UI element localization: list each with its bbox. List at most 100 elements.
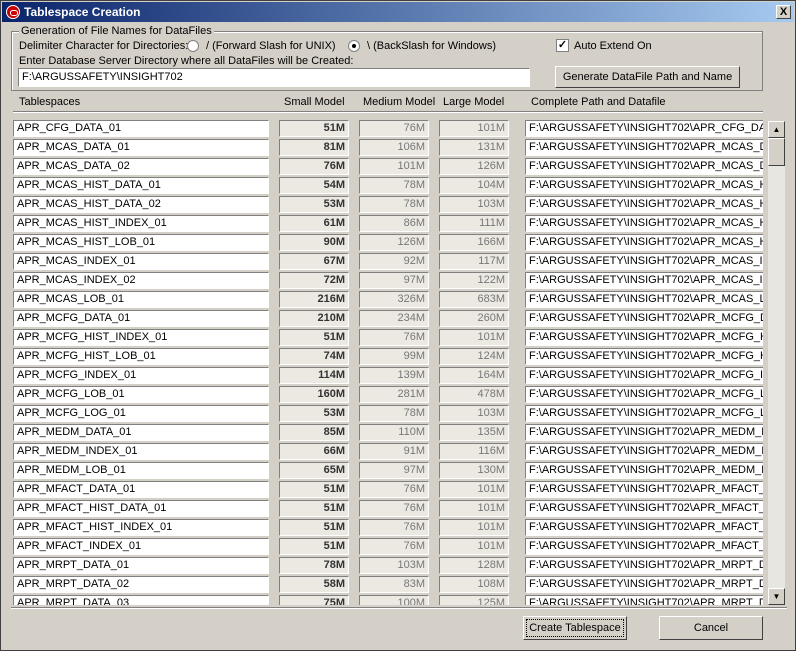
header-divider (13, 111, 763, 113)
datafile-path-cell[interactable]: F:\ARGUSSAFETY\INSIGHT702\APR_MRPT_D (525, 557, 763, 574)
datafile-path-cell[interactable]: F:\ARGUSSAFETY\INSIGHT702\APR_CFG_DA (525, 120, 763, 137)
small-model-cell: 58M (279, 576, 349, 593)
medium-model-cell: 76M (359, 519, 429, 536)
small-model-cell: 51M (279, 500, 349, 517)
medium-model-cell: 101M (359, 158, 429, 175)
tablespace-name-cell[interactable]: APR_MFACT_HIST_DATA_01 (13, 500, 269, 517)
close-icon: X (779, 6, 788, 18)
tablespace-name-cell[interactable]: APR_MCFG_LOB_01 (13, 386, 269, 403)
table-row: APR_MFACT_INDEX_01 51M 76M 101M F:\ARGUSSAFE… (11, 537, 763, 556)
tablespace-name-cell[interactable]: APR_MCAS_HIST_INDEX_01 (13, 215, 269, 232)
tablespace-name-cell[interactable]: APR_MCFG_INDEX_01 (13, 367, 269, 384)
datafile-path-cell[interactable]: F:\ARGUSSAFETY\INSIGHT702\APR_MEDM_L (525, 462, 763, 479)
datafile-path-cell[interactable]: F:\ARGUSSAFETY\INSIGHT702\APR_MCAS_IN (525, 253, 763, 270)
tablespace-name-cell[interactable]: APR_MEDM_DATA_01 (13, 424, 269, 441)
tablespace-name-cell[interactable]: APR_MFACT_DATA_01 (13, 481, 269, 498)
table-row: APR_MEDM_LOB_01 65M 97M 130M F:\ARGUSSAFETY\… (11, 461, 763, 480)
datafile-path-cell[interactable]: F:\ARGUSSAFETY\INSIGHT702\APR_MFACT_ (525, 500, 763, 517)
large-model-cell: 128M (439, 557, 509, 574)
medium-model-cell: 78M (359, 405, 429, 422)
auto-extend-checkbox[interactable]: ✓ (556, 39, 569, 52)
datafile-path-cell[interactable]: F:\ARGUSSAFETY\INSIGHT702\APR_MCAS_H (525, 234, 763, 251)
datafile-path-cell[interactable]: F:\ARGUSSAFETY\INSIGHT702\APR_MFACT_ (525, 481, 763, 498)
datafile-path-cell[interactable]: F:\ARGUSSAFETY\INSIGHT702\APR_MCFG_D (525, 310, 763, 327)
datafile-path-cell[interactable]: F:\ARGUSSAFETY\INSIGHT702\APR_MCFG_IN (525, 367, 763, 384)
medium-model-cell: 78M (359, 196, 429, 213)
tablespace-name-cell[interactable]: APR_MEDM_INDEX_01 (13, 443, 269, 460)
tablespace-name-cell[interactable]: APR_MEDM_LOB_01 (13, 462, 269, 479)
datafile-path-cell[interactable]: F:\ARGUSSAFETY\INSIGHT702\APR_MFACT_ (525, 538, 763, 555)
datafile-path-cell[interactable]: F:\ARGUSSAFETY\INSIGHT702\APR_MCAS_H (525, 196, 763, 213)
tablespace-name-cell[interactable]: APR_MFACT_INDEX_01 (13, 538, 269, 555)
column-header-small: Small Model (284, 96, 345, 108)
datafile-path-cell[interactable]: F:\ARGUSSAFETY\INSIGHT702\APR_MCFG_H (525, 329, 763, 346)
table-row: APR_MFACT_DATA_01 51M 76M 101M F:\ARGUSSAFET… (11, 480, 763, 499)
scroll-up-button[interactable]: ▲ (768, 121, 785, 138)
small-model-cell: 53M (279, 196, 349, 213)
group-legend: Generation of File Names for DataFiles (19, 25, 214, 37)
small-model-cell: 67M (279, 253, 349, 270)
large-model-cell: 478M (439, 386, 509, 403)
tablespace-name-cell[interactable]: APR_MCAS_INDEX_01 (13, 253, 269, 270)
tablespace-name-cell[interactable]: APR_MCFG_HIST_LOB_01 (13, 348, 269, 365)
tablespace-name-cell[interactable]: APR_MRPT_DATA_01 (13, 557, 269, 574)
tablespace-name-cell[interactable]: APR_MCFG_DATA_01 (13, 310, 269, 327)
datafile-path-cell[interactable]: F:\ARGUSSAFETY\INSIGHT702\APR_MCFG_L (525, 405, 763, 422)
radio-unix-label[interactable]: / (Forward Slash for UNIX) (206, 40, 336, 52)
tablespace-grid: APR_CFG_DATA_01 51M 76M 101M F:\ARGUSSAFETY\… (11, 119, 763, 605)
tablespace-name-cell[interactable]: APR_MCAS_DATA_02 (13, 158, 269, 175)
cancel-button[interactable]: Cancel (659, 616, 763, 640)
vertical-scrollbar[interactable]: ▲ ▼ (768, 121, 785, 605)
scroll-thumb[interactable] (768, 138, 785, 166)
datafile-path-cell[interactable]: F:\ARGUSSAFETY\INSIGHT702\APR_MRPT_D (525, 576, 763, 593)
datafile-path-cell[interactable]: F:\ARGUSSAFETY\INSIGHT702\APR_MCAS_D (525, 158, 763, 175)
small-model-cell: 216M (279, 291, 349, 308)
tablespace-name-cell[interactable]: APR_MRPT_DATA_03 (13, 595, 269, 605)
medium-model-cell: 76M (359, 538, 429, 555)
datafile-path-cell[interactable]: F:\ARGUSSAFETY\INSIGHT702\APR_MCAS_H (525, 177, 763, 194)
medium-model-cell: 99M (359, 348, 429, 365)
radio-windows[interactable] (348, 40, 360, 52)
scroll-down-button[interactable]: ▼ (768, 588, 785, 605)
datafile-path-cell[interactable]: F:\ARGUSSAFETY\INSIGHT702\APR_MEDM_D (525, 424, 763, 441)
directory-input[interactable]: F:\ARGUSSAFETY\INSIGHT702 (18, 68, 530, 87)
small-model-cell: 114M (279, 367, 349, 384)
small-model-cell: 66M (279, 443, 349, 460)
medium-model-cell: 76M (359, 120, 429, 137)
medium-model-cell: 76M (359, 500, 429, 517)
small-model-cell: 61M (279, 215, 349, 232)
tablespace-name-cell[interactable]: APR_MCFG_HIST_INDEX_01 (13, 329, 269, 346)
large-model-cell: 683M (439, 291, 509, 308)
close-button[interactable]: X (776, 5, 791, 19)
table-row: APR_MCAS_HIST_INDEX_01 61M 86M 111M F:\ARGUS… (11, 214, 763, 233)
tablespace-name-cell[interactable]: APR_CFG_DATA_01 (13, 120, 269, 137)
datafile-path-cell[interactable]: F:\ARGUSSAFETY\INSIGHT702\APR_MFACT_ (525, 519, 763, 536)
datafile-path-cell[interactable]: F:\ARGUSSAFETY\INSIGHT702\APR_MCFG_H (525, 348, 763, 365)
tablespace-name-cell[interactable]: APR_MCAS_HIST_DATA_01 (13, 177, 269, 194)
datafile-path-cell[interactable]: F:\ARGUSSAFETY\INSIGHT702\APR_MCAS_IN (525, 272, 763, 289)
radio-windows-label[interactable]: \ (BackSlash for Windows) (367, 40, 496, 52)
table-row: APR_MCAS_INDEX_01 67M 92M 117M F:\ARGUSSAFET… (11, 252, 763, 271)
datafile-path-cell[interactable]: F:\ARGUSSAFETY\INSIGHT702\APR_MCAS_D (525, 139, 763, 156)
tablespace-name-cell[interactable]: APR_MFACT_HIST_INDEX_01 (13, 519, 269, 536)
tablespace-name-cell[interactable]: APR_MCAS_LOB_01 (13, 291, 269, 308)
datafile-path-cell[interactable]: F:\ARGUSSAFETY\INSIGHT702\APR_MCAS_L (525, 291, 763, 308)
tablespace-name-cell[interactable]: APR_MCFG_LOG_01 (13, 405, 269, 422)
datafile-path-cell[interactable]: F:\ARGUSSAFETY\INSIGHT702\APR_MCFG_L (525, 386, 763, 403)
create-tablespace-button[interactable]: Create Tablespace (523, 616, 627, 640)
tablespace-name-cell[interactable]: APR_MRPT_DATA_02 (13, 576, 269, 593)
tablespace-name-cell[interactable]: APR_MCAS_INDEX_02 (13, 272, 269, 289)
column-header-path: Complete Path and Datafile (531, 96, 666, 108)
tablespace-name-cell[interactable]: APR_MCAS_DATA_01 (13, 139, 269, 156)
tablespace-name-cell[interactable]: APR_MCAS_HIST_LOB_01 (13, 234, 269, 251)
datafile-path-cell[interactable]: F:\ARGUSSAFETY\INSIGHT702\APR_MCAS_H (525, 215, 763, 232)
generate-datafile-button[interactable]: Generate DataFile Path and Name (555, 66, 740, 88)
radio-unix[interactable] (187, 40, 199, 52)
datafile-path-cell[interactable]: F:\ARGUSSAFETY\INSIGHT702\APR_MRPT_D (525, 595, 763, 605)
large-model-cell: 131M (439, 139, 509, 156)
small-model-cell: 81M (279, 139, 349, 156)
medium-model-cell: 103M (359, 557, 429, 574)
tablespace-name-cell[interactable]: APR_MCAS_HIST_DATA_02 (13, 196, 269, 213)
auto-extend-label[interactable]: Auto Extend On (574, 40, 652, 52)
datafile-path-cell[interactable]: F:\ARGUSSAFETY\INSIGHT702\APR_MEDM_I (525, 443, 763, 460)
